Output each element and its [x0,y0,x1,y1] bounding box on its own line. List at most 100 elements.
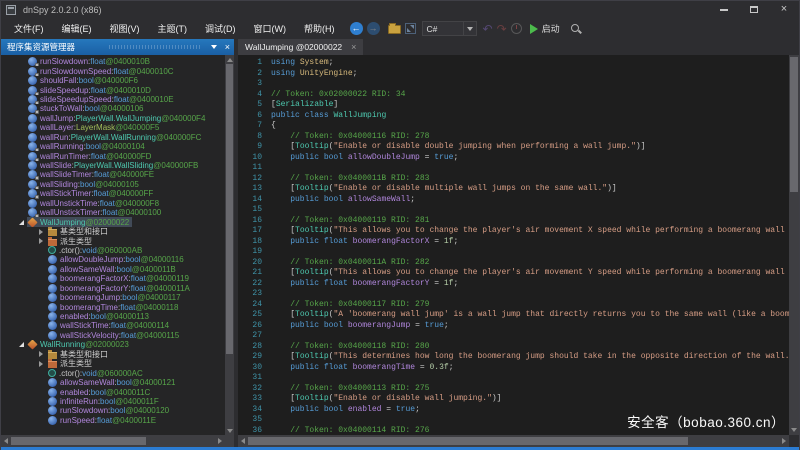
assembly-explorer-header[interactable]: 程序集资源管理器 × [1,39,234,55]
tree-item[interactable]: boomerangTime : float @04000118 [1,302,234,311]
menu-item[interactable]: 窗口(W) [245,19,296,38]
code-scroll-right-icon[interactable] [782,438,786,444]
sidebar-horizontal-scrollbar[interactable] [1,435,234,447]
code-scroll-left-icon[interactable] [241,438,245,444]
tree-item[interactable]: stuckToWall : bool @04000106 [1,104,234,113]
tree-item[interactable]: wallLayer : LayerMask @040000F5 [1,123,234,132]
tree-item[interactable]: runSlowdown : float @0400010B [1,57,234,66]
tree-item[interactable]: wallStickTime : float @04000114 [1,321,234,330]
tree-item[interactable]: allowDoubleJump : bool @04000116 [1,255,234,264]
tab-walljumping[interactable]: WallJumping @02000022 × [238,39,363,55]
tree-item[interactable]: wallUnstickTime : float @040000F8 [1,199,234,208]
tree-item[interactable]: wallRunning : bool @04000104 [1,142,234,151]
expand-icon[interactable] [35,229,47,235]
tree-item[interactable]: 派生类型 [1,359,234,368]
tree-item[interactable]: wallSlide : PlayerWall.WallSliding @0400… [1,161,234,170]
navigate-forward-button[interactable]: → [367,22,380,35]
close-button[interactable]: × [769,1,799,18]
collapse-icon[interactable] [15,342,27,347]
menu-item[interactable]: 文件(F) [5,19,53,38]
tree-item[interactable]: slideSpeedupSpeed : float @0400010E [1,95,234,104]
expand-icon[interactable] [35,361,47,367]
history-button[interactable] [511,23,522,34]
start-debug-button[interactable]: 启动 [530,22,566,35]
sidebar-hscrollbar-thumb[interactable] [11,437,146,445]
lock-icon [35,195,39,198]
scroll-left-icon[interactable] [4,438,8,444]
expand-icon[interactable] [35,351,47,357]
tree-item[interactable]: shouldFall : bool @040000F6 [1,76,234,85]
tree-item[interactable]: 基类型和接口 [1,227,234,236]
fullscreen-icon [405,23,416,34]
tree-item[interactable]: wallSlideTimer : float @040000FE [1,170,234,179]
tab-close-icon[interactable]: × [351,43,356,52]
tree-item[interactable]: wallUnstickTimer : float @04000100 [1,208,234,217]
open-assembly-button[interactable] [388,23,401,34]
tree-item[interactable]: wallRunTimer : float @040000FD [1,151,234,160]
forward-icon: → [367,22,380,35]
panel-close-icon[interactable]: × [225,43,230,52]
code-line: 15 [238,205,789,216]
fullscreen-button[interactable] [405,23,416,34]
menu-item[interactable]: 主题(T) [149,19,197,38]
minimize-button[interactable] [709,1,739,18]
tree-item[interactable]: wallJump : PlayerWall.WallJumping @04000… [1,114,234,123]
search-button[interactable] [570,23,582,35]
tree-item[interactable]: runSlowdownSpeed : float @0400010C [1,66,234,75]
field-icon [28,57,37,66]
tab-strip: WallJumping @02000022 × [238,39,799,55]
tree-item[interactable]: wallStickVelocity : float @04000115 [1,331,234,340]
menu-item[interactable]: 视图(V) [101,19,149,38]
tree-item[interactable]: enabled : bool @0400011C [1,387,234,396]
language-combobox[interactable]: C# [422,21,477,36]
lock-icon [35,214,39,217]
menu-item[interactable]: 编辑(E) [53,19,101,38]
tree-item[interactable]: .ctor() : void @060000AB [1,246,234,255]
code-vertical-scrollbar[interactable] [789,55,799,435]
maximize-button[interactable] [739,1,769,18]
scroll-right-icon[interactable] [218,438,222,444]
tree-item-label: allowDoubleJump : bool @04000116 [60,255,184,264]
code-scroll-down-icon[interactable] [791,428,797,432]
clock-icon [511,23,522,34]
navigate-back-button[interactable]: ← [350,22,363,35]
field-icon [28,142,37,151]
sidebar-scrollbar-thumb[interactable] [226,64,233,354]
tree-item[interactable]: 基类型和接口 [1,350,234,359]
redo-button[interactable]: ↷ [497,23,507,35]
tree-item[interactable]: boomerangJump : bool @04000117 [1,293,234,302]
tree-item[interactable]: runSpeed : float @0400011E [1,416,234,425]
undo-button[interactable]: ↶ [483,23,493,35]
tree-item[interactable]: wallRun : PlayerWall.WallRunning @040000… [1,133,234,142]
code-horizontal-scrollbar[interactable] [238,435,789,447]
tree-item[interactable]: .ctor() : void @060000AC [1,368,234,377]
scroll-down-icon[interactable] [227,429,233,433]
menu-item[interactable]: 调试(D) [196,19,245,38]
panel-menu-icon[interactable] [211,45,217,49]
tree-item[interactable]: runSlowdown : bool @04000120 [1,406,234,415]
tree-item[interactable]: allowSameWall : bool @0400011B [1,265,234,274]
tree-item-label: runSpeed : float @0400011E [60,416,156,425]
collapse-icon[interactable] [15,220,27,225]
tree-item[interactable]: boomerangFactorX : float @04000119 [1,274,234,283]
tree-item[interactable]: WallJumping @02000022 [1,217,234,226]
line-number: 8 [238,132,262,143]
sidebar-vertical-scrollbar[interactable] [225,55,234,435]
code-editor-panel: WallJumping @02000022 × 1using System;2u… [238,39,799,447]
tree-item[interactable]: infiniteRun : bool @0400011F [1,397,234,406]
code-hscrollbar-thumb[interactable] [248,437,688,445]
code-scrollbar-thumb[interactable] [790,57,798,192]
expand-icon[interactable] [35,238,47,244]
scroll-up-icon[interactable] [227,58,233,62]
tree-item-label: 派生类型 [60,359,92,368]
tree-item[interactable]: boomerangFactorY : float @0400011A [1,284,234,293]
tree-item[interactable]: wallStickTimer : float @040000FF [1,189,234,198]
tree-item[interactable]: 派生类型 [1,236,234,245]
menu-item[interactable]: 帮助(H) [295,19,344,38]
tree-item[interactable]: enabled : bool @04000113 [1,312,234,321]
tree-item[interactable]: WallRunning @02000023 [1,340,234,349]
tree-item[interactable]: wallSliding : bool @04000105 [1,180,234,189]
combo-dropdown-button[interactable] [464,21,477,36]
tree-item[interactable]: allowSameWall : bool @04000121 [1,378,234,387]
tree-item[interactable]: slideSpeedup : float @0400010D [1,85,234,94]
